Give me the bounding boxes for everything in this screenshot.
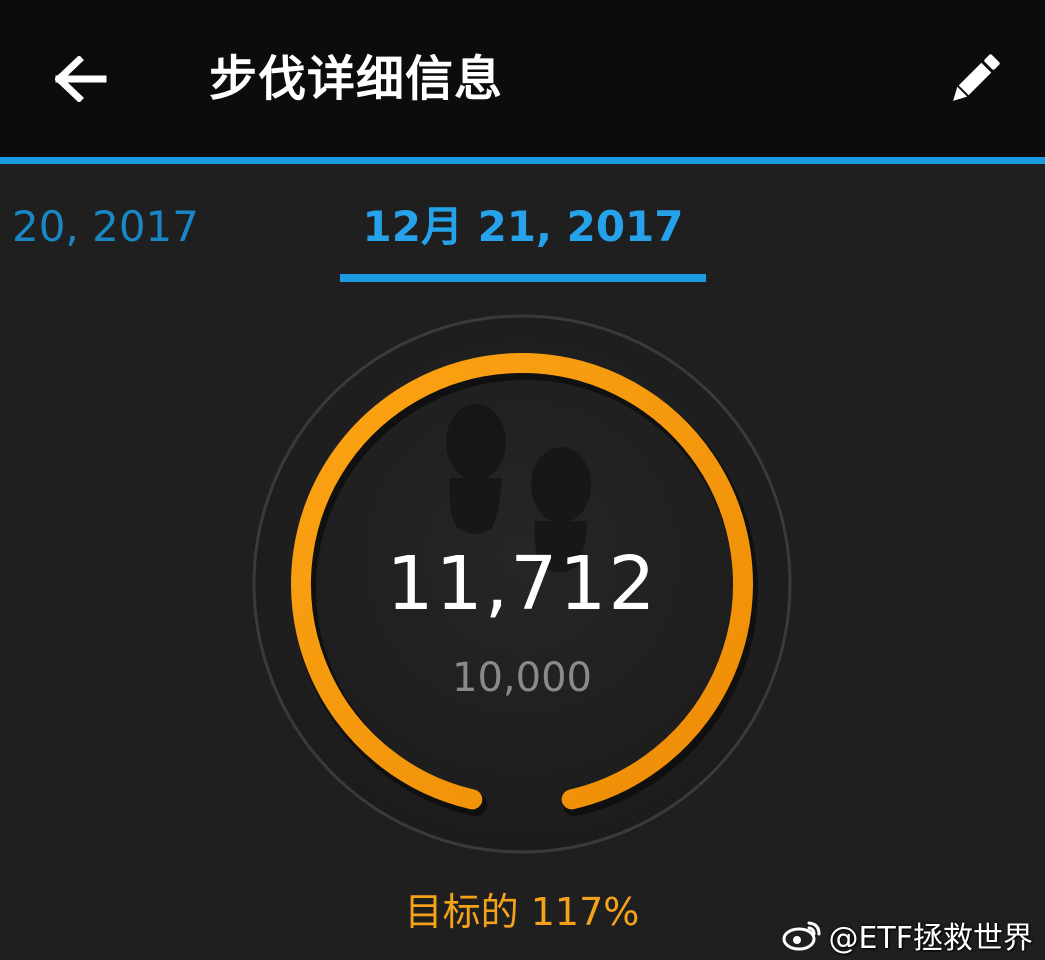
steps-goal: 10,000: [452, 655, 592, 701]
watermark: @ETF拯救世界: [782, 910, 1033, 960]
tab-current-date[interactable]: 12月 21, 2017: [340, 200, 706, 254]
date-tab-strip: 12月 20, 2017 12月 21, 2017: [0, 164, 1045, 290]
arrow-left-icon: [55, 56, 107, 102]
watermark-text: @ETF拯救世界: [828, 921, 1033, 956]
app-bar-accent-line: [0, 157, 1045, 164]
page-title: 步伐详细信息: [209, 51, 504, 107]
edit-button[interactable]: [940, 44, 1010, 114]
tab-previous-date[interactable]: 12月 20, 2017: [0, 200, 199, 254]
goal-percent-label: 目标的 117%: [404, 890, 640, 934]
weibo-logo-icon: [782, 921, 821, 951]
back-button[interactable]: [50, 48, 112, 110]
tab-selected-indicator: [340, 274, 706, 282]
steps-count: 11,712: [386, 541, 658, 627]
pencil-icon: [953, 54, 1000, 101]
app-bar: 步伐详细信息: [0, 0, 1045, 157]
